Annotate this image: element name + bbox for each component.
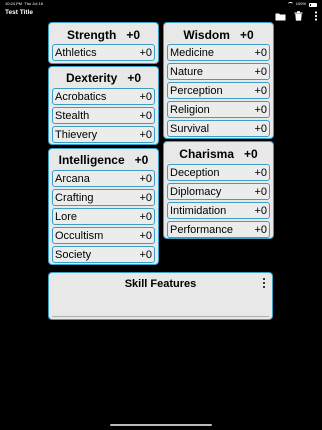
- skill-name: Crafting: [55, 191, 94, 204]
- skill-row-intimidation[interactable]: Intimidation +0: [167, 202, 270, 219]
- skill-modifier: +0: [254, 46, 267, 59]
- skill-modifier: +0: [139, 172, 152, 185]
- wisdom-modifier: +0: [239, 28, 254, 42]
- strength-title: Strength: [66, 28, 117, 42]
- skill-modifier: +0: [139, 46, 152, 59]
- skill-modifier: +0: [139, 229, 152, 242]
- intelligence-modifier: +0: [134, 153, 149, 167]
- more-options-button[interactable]: [310, 10, 322, 22]
- wisdom-card: Wisdom +0 Medicine +0 Nature +0 Percepti…: [163, 22, 274, 139]
- charisma-header: Charisma +0: [164, 147, 273, 161]
- charisma-modifier: +0: [244, 147, 258, 161]
- folder-icon: [275, 13, 285, 20]
- skill-modifier: +0: [254, 204, 267, 217]
- status-bar: 10:24 PM Thu Jul 16 100%: [0, 0, 322, 8]
- skill-name: Diplomacy: [170, 185, 222, 198]
- skill-modifier: +0: [254, 65, 267, 78]
- strength-header: Strength +0: [49, 28, 158, 42]
- battery-icon: [309, 2, 317, 7]
- skill-name: Society: [55, 248, 92, 261]
- delete-button[interactable]: [292, 10, 304, 22]
- status-time: 10:24 PM: [5, 1, 23, 6]
- skill-row-survival[interactable]: Survival +0: [167, 120, 270, 137]
- skill-row-thievery[interactable]: Thievery +0: [52, 126, 155, 143]
- navigation-bar: Test Title: [0, 8, 322, 22]
- page-title: Test Title: [5, 9, 33, 16]
- wisdom-title: Wisdom: [183, 28, 230, 42]
- strength-card: Strength +0 Athletics +0: [48, 22, 159, 64]
- dexterity-modifier: +0: [127, 71, 142, 85]
- skill-modifier: +0: [139, 210, 152, 223]
- skill-row-medicine[interactable]: Medicine +0: [167, 44, 270, 61]
- skill-row-occultism[interactable]: Occultism +0: [52, 227, 155, 244]
- skill-name: Stealth: [55, 109, 90, 122]
- skill-row-society[interactable]: Society +0: [52, 246, 155, 263]
- skill-row-lore[interactable]: Lore +0: [52, 208, 155, 225]
- skill-name: Nature: [170, 65, 204, 78]
- skill-modifier: +0: [254, 185, 267, 198]
- home-indicator[interactable]: [110, 424, 212, 426]
- battery-percent: 100%: [295, 1, 306, 6]
- skill-row-arcana[interactable]: Arcana +0: [52, 170, 155, 187]
- wisdom-header: Wisdom +0: [164, 28, 273, 42]
- dexterity-header: Dexterity +0: [49, 71, 158, 85]
- skill-row-acrobatics[interactable]: Acrobatics +0: [52, 88, 155, 105]
- skill-modifier: +0: [139, 128, 152, 141]
- dexterity-title: Dexterity: [65, 71, 118, 85]
- skill-row-athletics[interactable]: Athletics +0: [52, 44, 155, 61]
- skill-row-performance[interactable]: Performance +0: [167, 221, 270, 238]
- skill-modifier: +0: [254, 103, 267, 116]
- skill-modifier: +0: [139, 90, 152, 103]
- status-time-date: 10:24 PM Thu Jul 16: [5, 0, 43, 8]
- skill-modifier: +0: [139, 191, 152, 204]
- intelligence-card: Intelligence +0 Arcana +0 Crafting +0 Lo…: [48, 148, 159, 265]
- divider: [52, 316, 269, 317]
- status-indicators: 100%: [287, 0, 317, 8]
- skill-modifier: +0: [254, 223, 267, 236]
- skill-name: Lore: [55, 210, 78, 223]
- skill-name: Athletics: [55, 46, 97, 59]
- skill-modifier: +0: [139, 109, 152, 122]
- skill-features-title: Skill Features: [124, 278, 197, 290]
- skill-name: Perception: [170, 84, 223, 97]
- skill-name: Religion: [170, 103, 210, 116]
- skill-features-card: Skill Features: [48, 272, 273, 320]
- skill-row-religion[interactable]: Religion +0: [167, 101, 270, 118]
- charisma-card: Charisma +0 Deception +0 Diplomacy +0 In…: [163, 141, 274, 239]
- skill-row-nature[interactable]: Nature +0: [167, 63, 270, 80]
- skill-row-deception[interactable]: Deception +0: [167, 164, 270, 181]
- skill-modifier: +0: [254, 122, 267, 135]
- skill-name: Deception: [170, 166, 220, 179]
- wifi-icon: [287, 2, 293, 6]
- intelligence-title: Intelligence: [58, 153, 125, 167]
- skill-name: Medicine: [170, 46, 215, 59]
- dexterity-card: Dexterity +0 Acrobatics +0 Stealth +0 Th…: [48, 66, 159, 145]
- folder-button[interactable]: [274, 10, 286, 22]
- more-vertical-icon: [314, 11, 318, 21]
- skill-row-diplomacy[interactable]: Diplomacy +0: [167, 183, 270, 200]
- intelligence-header: Intelligence +0: [49, 153, 158, 167]
- trash-icon: [294, 11, 302, 21]
- skill-modifier: +0: [254, 84, 267, 97]
- skill-name: Acrobatics: [55, 90, 107, 103]
- skill-modifier: +0: [139, 248, 152, 261]
- skill-name: Occultism: [55, 229, 104, 242]
- more-vertical-icon[interactable]: [262, 278, 266, 290]
- skill-modifier: +0: [254, 166, 267, 179]
- skill-row-stealth[interactable]: Stealth +0: [52, 107, 155, 124]
- skill-name: Intimidation: [170, 204, 227, 217]
- charisma-title: Charisma: [179, 147, 234, 161]
- skill-row-crafting[interactable]: Crafting +0: [52, 189, 155, 206]
- skill-name: Performance: [170, 223, 233, 236]
- skill-name: Thievery: [55, 128, 98, 141]
- strength-modifier: +0: [126, 28, 141, 42]
- skill-name: Arcana: [55, 172, 90, 185]
- status-date: Thu Jul 16: [24, 1, 43, 6]
- skill-name: Survival: [170, 122, 210, 135]
- skill-row-perception[interactable]: Perception +0: [167, 82, 270, 99]
